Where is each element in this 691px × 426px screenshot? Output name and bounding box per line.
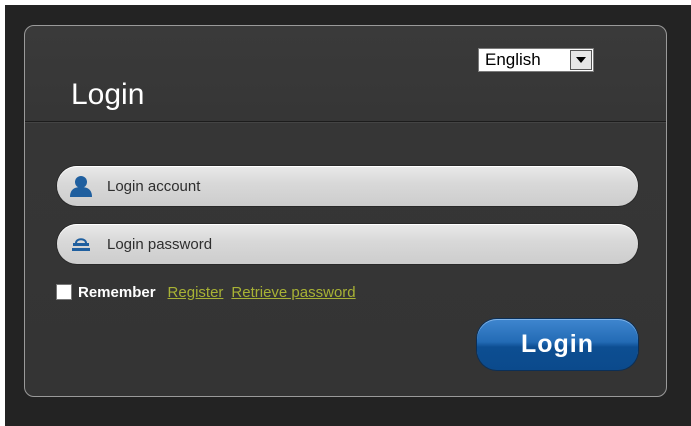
page: English Login Login account Remember Reg… [0,0,691,426]
language-select[interactable]: English [478,48,594,72]
register-link[interactable]: Register [168,284,224,301]
header-divider [25,121,666,123]
options-row: Remember Register Retrieve password [56,283,364,301]
remember-checkbox[interactable] [56,284,72,300]
dropdown-arrow-icon[interactable] [570,50,592,70]
login-button[interactable]: Login [477,319,638,370]
account-input[interactable] [101,166,638,206]
password-field[interactable] [57,224,638,264]
user-icon [61,175,101,197]
login-panel: English Login Login account Remember Reg… [24,25,667,397]
page-title: Login [71,78,145,111]
language-select-value: English [485,50,541,69]
lock-icon [61,236,101,252]
password-input[interactable] [101,224,638,264]
remember-label[interactable]: Remember [78,284,156,301]
account-field[interactable] [57,166,638,206]
retrieve-password-link[interactable]: Retrieve password [231,284,355,301]
